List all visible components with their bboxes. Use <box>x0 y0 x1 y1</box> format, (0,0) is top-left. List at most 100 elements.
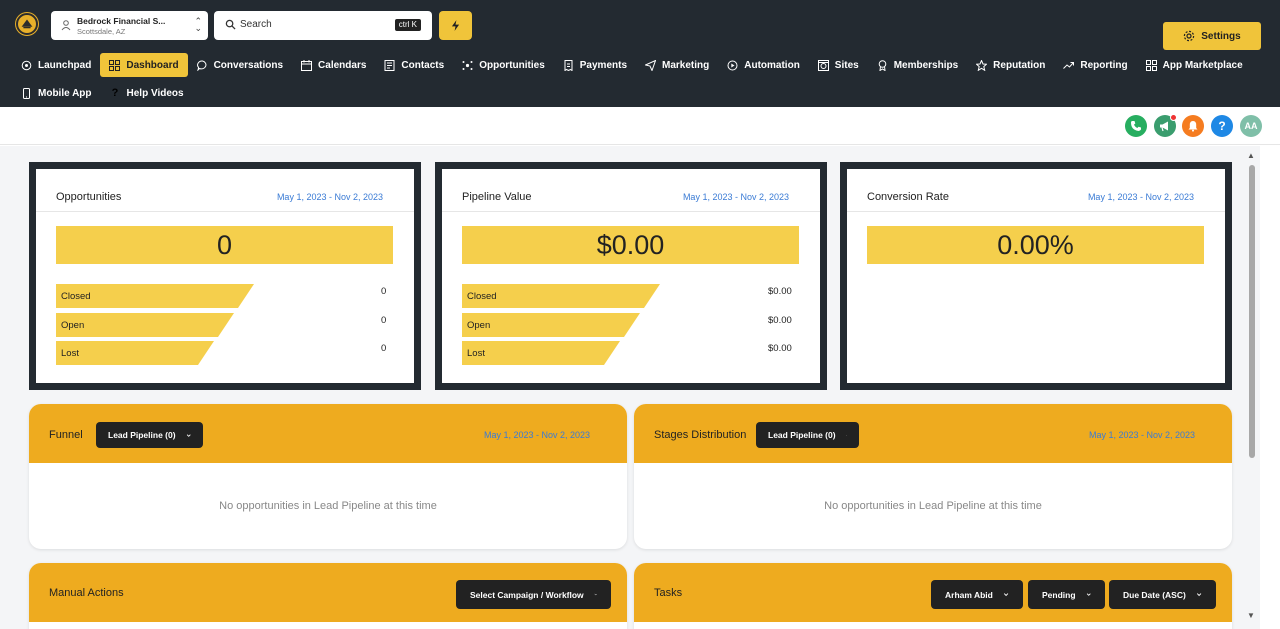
pipeline-select[interactable]: Lead Pipeline (0) <box>96 422 203 448</box>
assignee-label: Arham Abid <box>945 589 993 600</box>
manual-actions-panel: Manual Actions Select Campaign / Workflo… <box>29 563 627 629</box>
scroll-down-icon[interactable]: ▼ <box>1247 611 1255 620</box>
nav-label: App Marketplace <box>1162 59 1243 71</box>
nav-memberships[interactable]: Memberships <box>868 53 967 77</box>
quick-action-button[interactable] <box>439 11 472 40</box>
status-label: Pending <box>1042 589 1076 600</box>
nav-contacts[interactable]: Contacts <box>375 53 453 77</box>
rocket-icon <box>21 60 32 71</box>
nav-app-marketplace[interactable]: App Marketplace <box>1137 53 1252 77</box>
funnel-value: $0.00 <box>768 315 792 326</box>
automation-icon <box>727 60 738 71</box>
assignee-select[interactable]: Arham Abid <box>931 580 1023 609</box>
apps-icon <box>1145 59 1157 71</box>
sort-select[interactable]: Due Date (ASC) <box>1109 580 1216 609</box>
chevron-down-icon <box>1003 593 1009 597</box>
funnel-label: Closed <box>467 291 497 302</box>
settings-button[interactable]: Settings <box>1163 22 1261 50</box>
nav-label: Contacts <box>401 59 445 71</box>
search-input[interactable]: Search ctrl K <box>214 11 432 40</box>
status-select[interactable]: Pending <box>1028 580 1105 609</box>
main-nav: Launchpad Dashboard Conversations Calend… <box>12 53 1252 77</box>
account-location: Scottsdale, AZ <box>77 27 126 36</box>
date-range-link[interactable]: May 1, 2023 - Nov 2, 2023 <box>1089 430 1195 440</box>
stages-distribution-panel: Stages Distribution Lead Pipeline (0) Ma… <box>634 404 1232 549</box>
phone-icon <box>1131 121 1141 131</box>
brand-logo[interactable] <box>16 13 38 35</box>
nav-label: Dashboard <box>126 59 179 71</box>
funnel-label: Closed <box>61 291 91 302</box>
nav-label: Help Videos <box>126 87 184 99</box>
help-button[interactable]: ? <box>1211 115 1233 137</box>
nav-reputation[interactable]: Reputation <box>967 53 1054 77</box>
panel-title: Tasks <box>654 587 683 599</box>
nav-help-videos[interactable]: ? Help Videos <box>101 81 193 105</box>
help-icon: ? <box>1218 119 1226 133</box>
tasks-panel: Tasks Arham Abid Pending Due Date (ASC) <box>634 563 1232 629</box>
settings-label: Settings <box>1201 30 1241 42</box>
phone-button[interactable] <box>1125 115 1147 137</box>
nav-launchpad[interactable]: Launchpad <box>12 53 100 77</box>
campaign-workflow-select[interactable]: Select Campaign / Workflow <box>456 580 611 609</box>
chevron-down-icon <box>594 593 597 596</box>
gear-icon <box>1184 30 1195 42</box>
trend-icon <box>1063 60 1075 71</box>
empty-state-message: No opportunities in Lead Pipeline at thi… <box>824 500 1042 512</box>
search-shortcut: ctrl K <box>394 19 421 31</box>
utility-bar <box>0 107 1280 145</box>
campaign-select-label: Select Campaign / Workflow <box>470 589 584 600</box>
notifications-button[interactable] <box>1182 115 1204 137</box>
search-icon <box>225 19 236 30</box>
opportunities-total: 0 <box>56 226 393 264</box>
notification-dot <box>1170 114 1177 121</box>
nav-automation[interactable]: Automation <box>718 53 809 77</box>
nav-label: Payments <box>579 59 628 71</box>
nav-label: Sites <box>834 59 859 71</box>
nav-sites[interactable]: Sites <box>809 53 868 77</box>
award-icon <box>877 59 888 71</box>
funnel-label: Open <box>467 320 491 331</box>
card-title: Opportunities <box>56 191 122 203</box>
sort-label: Due Date (ASC) <box>1123 589 1186 600</box>
funnel-value: 0 <box>381 315 387 326</box>
nav-payments[interactable]: Payments <box>554 53 636 77</box>
funnel-label: Lost <box>61 348 79 359</box>
account-switcher[interactable]: Bedrock Financial S... Scottsdale, AZ ⌃ ⌄ <box>51 11 208 40</box>
send-icon <box>643 59 657 72</box>
date-range-link[interactable]: May 1, 2023 - Nov 2, 2023 <box>277 192 383 202</box>
nav-reporting[interactable]: Reporting <box>1054 53 1136 77</box>
nav-label: Marketing <box>662 59 710 71</box>
nav-calendars[interactable]: Calendars <box>292 53 375 77</box>
announcements-button[interactable] <box>1154 114 1177 137</box>
scroll-up-icon[interactable]: ▲ <box>1247 151 1255 160</box>
globe-icon <box>817 59 829 71</box>
pipeline-select[interactable]: Lead Pipeline (0) <box>756 422 859 448</box>
date-range-link[interactable]: May 1, 2023 - Nov 2, 2023 <box>1088 192 1194 202</box>
nav-opportunities[interactable]: Opportunities <box>453 53 554 77</box>
pipeline-value-card: Pipeline Value May 1, 2023 - Nov 2, 2023… <box>435 162 827 390</box>
user-avatar[interactable]: AA <box>1240 115 1262 137</box>
grid-icon <box>109 59 121 71</box>
funnel-value: $0.00 <box>768 286 792 297</box>
nav-label: Reporting <box>1080 59 1128 71</box>
pipeline-total: $0.00 <box>462 226 799 264</box>
date-range-link[interactable]: May 1, 2023 - Nov 2, 2023 <box>683 192 789 202</box>
card-divider <box>36 211 414 212</box>
chevron-down-icon <box>1086 593 1091 596</box>
nav-mobile-app[interactable]: Mobile App <box>12 81 101 105</box>
nav-dashboard[interactable]: Dashboard <box>100 53 188 77</box>
avatar-initials: AA <box>1244 121 1258 131</box>
mobile-icon <box>21 87 32 99</box>
funnel-panel: Funnel Lead Pipeline (0) May 1, 2023 - N… <box>29 404 627 549</box>
nav-marketing[interactable]: Marketing <box>636 53 718 77</box>
funnel-value: 0 <box>381 286 387 297</box>
scrollbar-thumb[interactable] <box>1249 165 1255 458</box>
nav-label: Opportunities <box>479 59 545 71</box>
nav-conversations[interactable]: Conversations <box>188 53 292 77</box>
funnel-value: 0 <box>381 343 387 354</box>
date-range-link[interactable]: May 1, 2023 - Nov 2, 2023 <box>484 430 590 440</box>
nav-label: Reputation <box>993 59 1046 71</box>
chevron-updown-icon: ⌃ ⌄ <box>194 16 202 33</box>
card-divider <box>442 211 820 212</box>
star-icon <box>975 58 988 71</box>
